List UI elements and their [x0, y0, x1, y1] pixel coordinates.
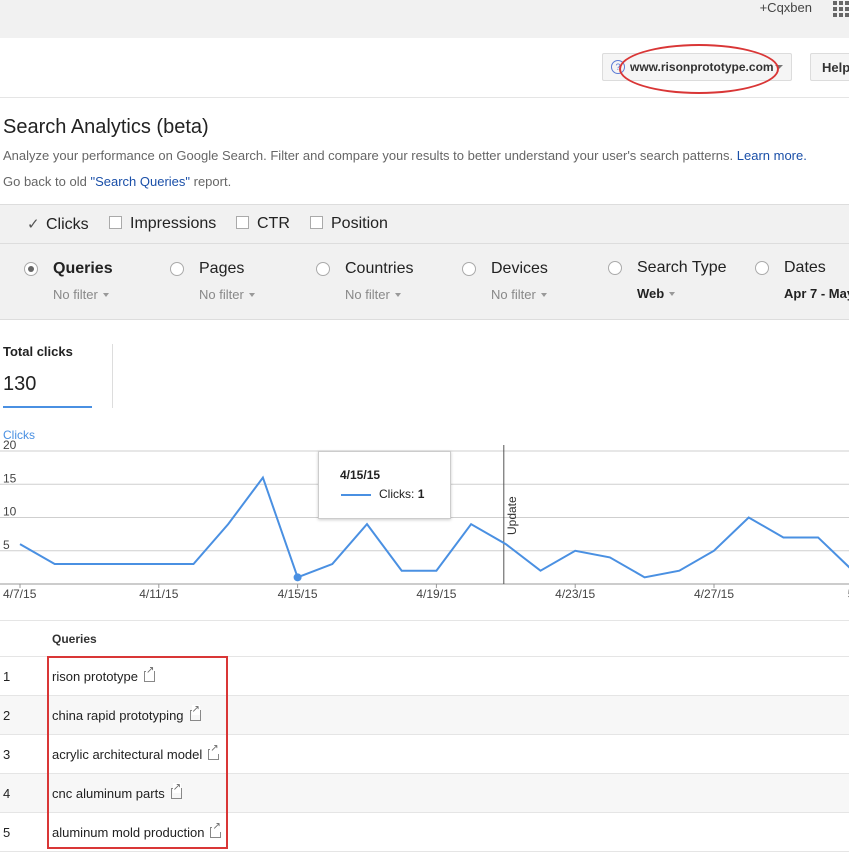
- x-tick-label: 4/7/15: [3, 587, 37, 600]
- radio-button[interactable]: [24, 262, 38, 276]
- back-prefix: Go back to old: [3, 174, 91, 189]
- dimension-filter[interactable]: No filter: [53, 287, 109, 302]
- chevron-down-icon: [394, 293, 401, 297]
- row-number: 2: [3, 708, 11, 723]
- radio-button[interactable]: [316, 262, 330, 276]
- dimension-label: Queries: [53, 260, 113, 277]
- metrics-bar: ✓ Clicks Impressions CTR Position: [0, 204, 849, 244]
- tooltip-value: 1: [417, 487, 425, 501]
- chevron-down-icon: [540, 293, 547, 297]
- metric-ctr[interactable]: CTR: [236, 215, 290, 233]
- old-report-link[interactable]: "Search Queries": [90, 174, 190, 189]
- filter-text: No filter: [53, 287, 98, 302]
- chevron-down-icon: [669, 292, 676, 296]
- dimension-label: Dates: [784, 259, 826, 276]
- tooltip-label: Clicks: 1: [379, 487, 424, 501]
- description-text: Analyze your performance on Google Searc…: [3, 148, 734, 163]
- old-report-line: Go back to old "Search Queries" report.: [3, 174, 231, 189]
- dimension-filter[interactable]: No filter: [199, 287, 255, 302]
- chevron-down-icon: [102, 293, 109, 297]
- back-suffix: report.: [190, 174, 232, 189]
- apps-grid-icon[interactable]: [833, 1, 849, 17]
- checkbox[interactable]: [109, 216, 122, 229]
- dimensions-bar: Queries No filter Pages No filter Countr…: [0, 244, 849, 320]
- learn-more-link[interactable]: Learn more.: [737, 148, 807, 163]
- x-tick-label: 4/27/15: [694, 587, 734, 600]
- radio-button[interactable]: [170, 262, 184, 276]
- chevron-down-icon: [248, 293, 255, 297]
- radio-button[interactable]: [608, 261, 622, 275]
- total-clicks-underline: [3, 406, 92, 408]
- tooltip-legend-line: [341, 494, 371, 496]
- dimension-filter[interactable]: Web: [637, 286, 676, 301]
- y-tick-label: 15: [3, 471, 17, 485]
- dimension-filter[interactable]: Apr 7 - May: [784, 286, 849, 301]
- filter-text: No filter: [491, 287, 536, 302]
- radio-button[interactable]: [755, 261, 769, 275]
- dimension-label: Pages: [199, 260, 245, 277]
- radio-button[interactable]: [462, 262, 476, 276]
- dimension-label: Countries: [345, 260, 414, 277]
- metric-label: Impressions: [130, 215, 217, 232]
- dimension-filter[interactable]: No filter: [491, 287, 547, 302]
- filter-text: No filter: [199, 287, 244, 302]
- checkbox[interactable]: [310, 216, 323, 229]
- filter-text: No filter: [345, 287, 390, 302]
- x-tick-label: 4/23/15: [555, 587, 595, 600]
- queries-column-header[interactable]: Queries: [52, 632, 97, 646]
- row-number: 3: [3, 747, 11, 762]
- y-tick-label: 20: [3, 440, 17, 452]
- metric-clicks[interactable]: ✓ Clicks: [27, 215, 89, 234]
- x-tick-label: 4/11/15: [139, 587, 178, 600]
- x-tick-label: 4/15/15: [278, 587, 318, 600]
- metric-label: Clicks: [46, 216, 89, 233]
- row-number: 1: [3, 669, 11, 684]
- tooltip-metric: Clicks:: [379, 487, 415, 501]
- help-button[interactable]: Help: [810, 53, 849, 81]
- checkbox[interactable]: [236, 216, 249, 229]
- filter-text: Apr 7 - May: [784, 286, 849, 301]
- total-clicks-value: 130: [3, 373, 37, 395]
- page-title: Search Analytics (beta): [3, 116, 209, 138]
- metric-label: CTR: [257, 215, 290, 232]
- divider: [112, 344, 113, 408]
- highlight-circle: [619, 44, 779, 94]
- highlight-box: [47, 656, 228, 849]
- page-description: Analyze your performance on Google Searc…: [3, 148, 807, 163]
- row-number: 5: [3, 825, 11, 840]
- table-header: Queries: [0, 620, 849, 657]
- total-clicks-label: Total clicks: [3, 344, 73, 359]
- checkmark-icon: ✓: [27, 216, 40, 233]
- y-tick-label: 5: [3, 538, 10, 552]
- metric-impressions[interactable]: Impressions: [109, 215, 216, 233]
- top-bar: +Cqxben: [0, 0, 849, 38]
- filter-text: Web: [637, 286, 665, 301]
- x-tick-label: 4/19/15: [416, 587, 456, 600]
- tooltip-date: 4/15/15: [340, 468, 381, 482]
- update-annotation-label: Update: [505, 496, 519, 535]
- dimension-label: Search Type: [637, 259, 727, 276]
- dimension-label: Devices: [491, 260, 548, 277]
- y-tick-label: 10: [3, 505, 17, 519]
- highlighted-data-point: [293, 573, 302, 582]
- metric-position[interactable]: Position: [310, 215, 388, 233]
- dimension-filter[interactable]: No filter: [345, 287, 401, 302]
- user-account-link[interactable]: +Cqxben: [760, 0, 812, 15]
- row-number: 4: [3, 786, 11, 801]
- metric-label: Position: [331, 215, 388, 232]
- chart-tooltip: 4/15/15 Clicks: 1: [318, 451, 451, 519]
